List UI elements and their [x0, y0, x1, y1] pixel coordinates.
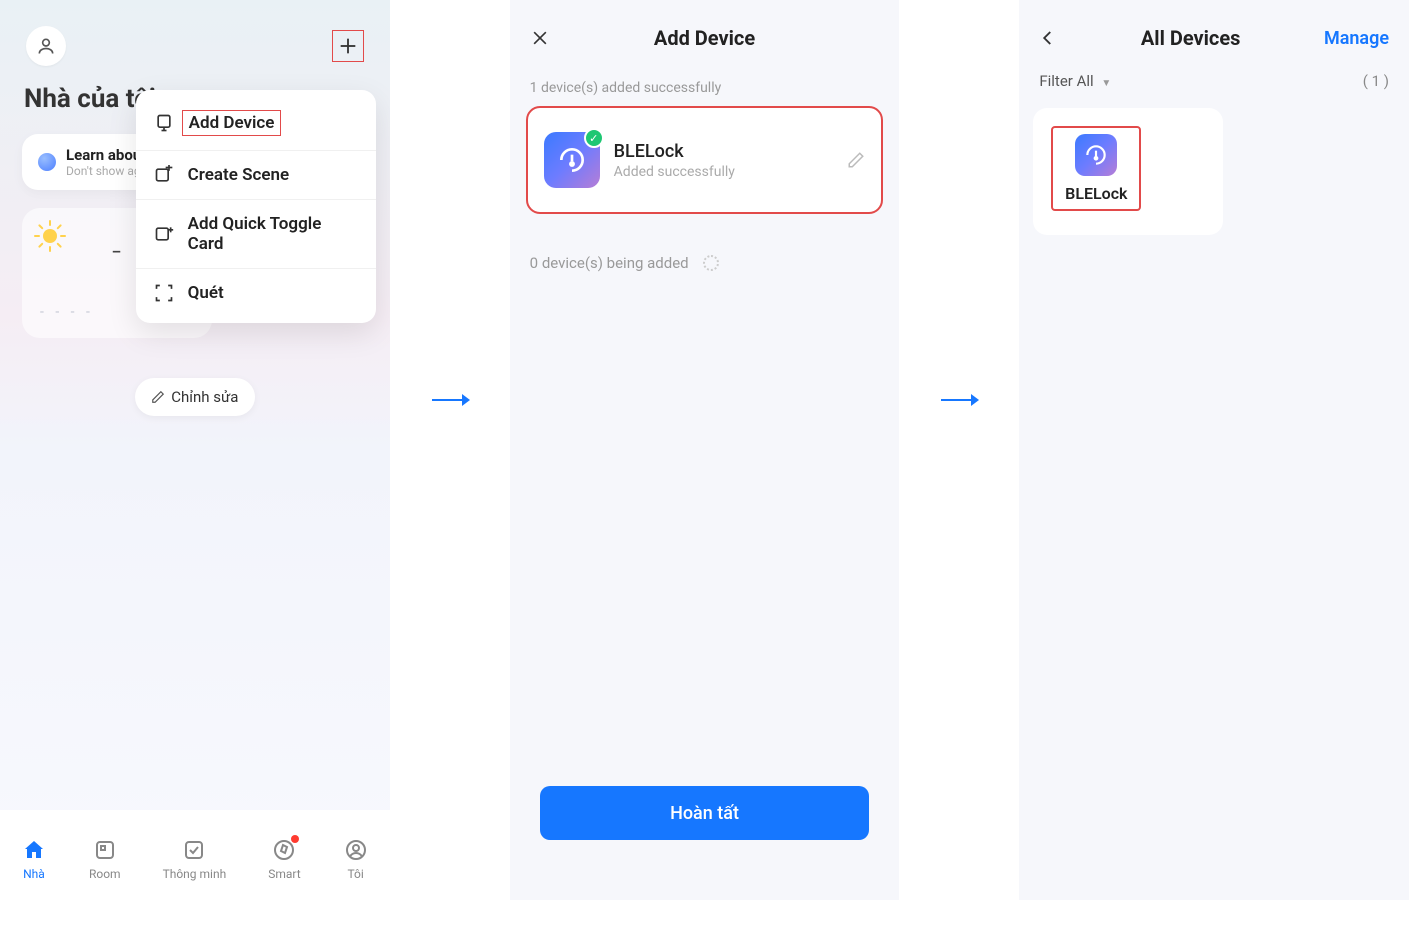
added-count: 1 device(s) added successfully [510, 60, 900, 106]
tabbar: Nhà Room Thông minh Smart Tôi [0, 810, 390, 900]
lock-app-icon [1075, 134, 1117, 176]
close-icon [530, 28, 550, 48]
lock-app-icon: ✓ [544, 132, 600, 188]
person-icon [36, 36, 56, 56]
me-icon [343, 837, 369, 863]
flow-arrow-1 [430, 390, 470, 410]
all-devices-screen: All Devices Manage Filter All ▼ ( 1 ) BL… [1019, 0, 1409, 900]
add-button[interactable] [332, 30, 364, 62]
bulb-icon [38, 153, 56, 171]
compass-icon [271, 837, 297, 863]
plus-icon [337, 35, 359, 57]
home-topbar [0, 0, 390, 66]
menu-label: Add Device [182, 110, 282, 136]
home-icon [21, 837, 47, 863]
device-status: Added successfully [614, 164, 735, 180]
done-label: Hoàn tất [670, 803, 739, 824]
room-icon [92, 837, 118, 863]
back-button[interactable] [1039, 29, 1057, 47]
close-button[interactable] [530, 28, 550, 48]
device-row[interactable]: ✓ BLELock Added successfully [526, 106, 884, 214]
menu-add-quick-toggle[interactable]: Add Quick Toggle Card [136, 200, 376, 269]
tab-label: Tôi [347, 867, 363, 881]
tab-smart-vn[interactable]: Thông minh [163, 837, 227, 881]
filter-dropdown[interactable]: Filter All ▼ [1039, 72, 1111, 90]
device-icon [154, 113, 174, 133]
manage-button[interactable]: Manage [1324, 28, 1389, 49]
tab-home[interactable]: Nhà [21, 837, 47, 881]
device-tile[interactable]: BLELock [1033, 108, 1223, 235]
device-name: BLELock [614, 141, 735, 162]
chevron-down-icon: ▼ [1101, 78, 1111, 89]
menu-scan[interactable]: Quét [136, 269, 376, 317]
rename-button[interactable] [847, 151, 865, 169]
check-icon [181, 837, 207, 863]
edit-label: Chỉnh sửa [171, 388, 238, 406]
edit-button[interactable]: Chỉnh sửa [135, 378, 255, 416]
flow-arrow-2 [939, 390, 979, 410]
add-menu: Add Device Create Scene Add Quick Toggle… [136, 90, 376, 323]
scene-icon [154, 165, 174, 185]
menu-label: Quét [188, 283, 224, 303]
tab-label: Smart [268, 867, 300, 881]
add-device-header: Add Device [510, 0, 900, 60]
all-devices-title: All Devices [1141, 26, 1241, 50]
home-screen: Nhà của tôi … Learn about th Don't show … [0, 0, 390, 900]
avatar-button[interactable] [26, 26, 66, 66]
weather-sub: - - - - [40, 304, 94, 320]
toggle-icon [154, 224, 174, 244]
add-device-title: Add Device [654, 26, 755, 50]
tab-label: Thông minh [163, 867, 227, 881]
filter-label: Filter All [1039, 72, 1093, 90]
tile-highlight: BLELock [1051, 126, 1141, 211]
scan-icon [154, 283, 174, 303]
menu-label: Add Quick Toggle Card [188, 214, 358, 254]
menu-create-scene[interactable]: Create Scene [136, 151, 376, 200]
device-count: ( 1 ) [1363, 72, 1389, 90]
tab-room[interactable]: Room [89, 837, 121, 881]
notification-dot [291, 835, 299, 843]
menu-add-device[interactable]: Add Device [136, 96, 376, 151]
being-added-text: 0 device(s) being added [530, 254, 689, 272]
add-device-screen: Add Device 1 device(s) added successfull… [510, 0, 900, 900]
pencil-icon [847, 151, 865, 169]
check-badge-icon: ✓ [584, 128, 604, 148]
being-added-row: 0 device(s) being added [510, 214, 900, 312]
chevron-left-icon [1039, 29, 1057, 47]
tab-label: Room [89, 867, 121, 881]
sun-icon [36, 222, 64, 250]
done-button[interactable]: Hoàn tất [540, 786, 870, 840]
menu-label: Create Scene [188, 165, 289, 185]
pencil-icon [151, 390, 165, 404]
all-devices-header: All Devices Manage [1019, 0, 1409, 60]
spinner-icon [703, 255, 719, 271]
filter-row: Filter All ▼ ( 1 ) [1019, 60, 1409, 102]
tab-smart[interactable]: Smart [268, 837, 300, 881]
tab-label: Nhà [23, 867, 45, 881]
tile-device-name: BLELock [1059, 184, 1133, 203]
tab-me[interactable]: Tôi [343, 837, 369, 881]
